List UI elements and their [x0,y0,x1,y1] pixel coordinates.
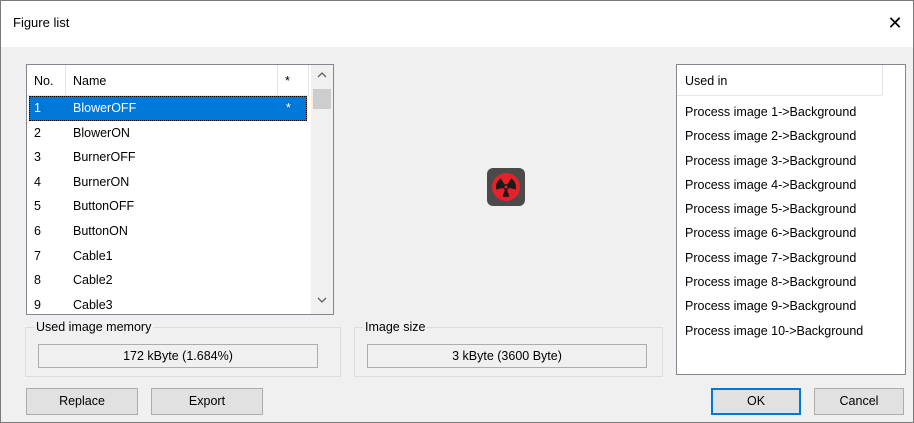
used-memory-value: 172 kByte (1.684%) [38,344,318,368]
image-size-group: Image size 3 kByte (3600 Byte) [354,320,663,377]
list-item[interactable]: 2 BlowerON [27,121,309,146]
close-icon[interactable]: ✕ [881,9,909,37]
row-number: 9 [34,297,41,312]
scroll-up-icon[interactable] [311,67,333,85]
list-item[interactable]: Process image 9->Background [685,294,863,318]
scroll-down-icon[interactable] [311,292,333,310]
row-name: ButtonON [73,223,128,238]
list-item[interactable]: Process image 3->Background [685,149,863,173]
column-divider[interactable] [277,65,278,95]
list-item[interactable]: 7 Cable1 [27,244,309,269]
title-bar: Figure list ✕ [1,1,913,47]
list-item[interactable]: 6 ButtonON [27,219,309,244]
list-item[interactable]: Process image 2->Background [685,124,863,148]
used-in-items: Process image 1->Background Process imag… [685,100,863,343]
column-header-modified[interactable]: * [285,74,290,88]
column-divider[interactable] [65,65,66,95]
figure-list-dialog: Figure list ✕ No. Name * 1 BlowerOFF * 2 Bl… [0,0,914,423]
list-item[interactable]: Process image 4->Background [685,173,863,197]
row-number: 1 [34,101,41,115]
figure-list-header: No. Name * [27,65,309,96]
header-divider [677,95,882,96]
list-item[interactable]: Process image 6->Background [685,221,863,245]
scroll-thumb[interactable] [313,89,331,109]
list-item[interactable]: Process image 10->Background [685,319,863,343]
figure-rows: 1 BlowerOFF * 2 BlowerON 3 BurnerOFF 4 Burner… [27,96,309,314]
image-size-value: 3 kByte (3600 Byte) [367,344,647,368]
replace-button[interactable]: Replace [26,388,138,415]
row-name: BlowerOFF [73,101,137,115]
used-in-header[interactable]: Used in [685,74,727,88]
list-item[interactable]: 1 BlowerOFF * [29,96,307,121]
cancel-button[interactable]: Cancel [814,388,904,415]
row-name: ButtonOFF [73,199,135,214]
row-name: Cable2 [73,273,113,288]
row-modified-flag: * [286,101,291,115]
column-header-name[interactable]: Name [73,74,106,88]
row-number: 5 [34,199,41,214]
row-name: BurnerOFF [73,150,136,165]
list-item[interactable]: Process image 7->Background [685,246,863,270]
row-name: Cable3 [73,297,113,312]
list-item[interactable]: Process image 8->Background [685,270,863,294]
row-number: 7 [34,248,41,263]
column-divider[interactable] [882,65,883,95]
blower-off-icon [486,167,526,207]
row-name: BlowerON [73,125,130,140]
column-divider[interactable] [308,65,309,95]
row-number: 2 [34,125,41,140]
list-item[interactable]: Process image 5->Background [685,197,863,221]
window-title: Figure list [13,15,70,30]
row-number: 3 [34,150,41,165]
row-name: Cable1 [73,248,113,263]
row-number: 8 [34,273,41,288]
list-item[interactable]: 3 BurnerOFF [27,145,309,170]
row-name: BurnerON [73,174,130,189]
row-number: 4 [34,174,41,189]
list-item[interactable]: 5 ButtonOFF [27,194,309,219]
export-button[interactable]: Export [151,388,263,415]
used-in-list[interactable]: Used in Process image 1->Background Proc… [676,64,906,375]
list-item[interactable]: 8 Cable2 [27,268,309,293]
list-item[interactable]: 9 Cable3 [27,293,309,314]
figure-list[interactable]: No. Name * 1 BlowerOFF * 2 BlowerON 3 Burner… [26,64,334,315]
figure-list-scrollbar[interactable] [311,65,333,314]
row-number: 6 [34,223,41,238]
image-size-label: Image size [363,320,428,334]
used-memory-label: Used image memory [34,320,154,334]
column-header-no[interactable]: No. [34,74,53,88]
ok-button[interactable]: OK [711,388,801,415]
list-item[interactable]: Process image 1->Background [685,100,863,124]
used-memory-group: Used image memory 172 kByte (1.684%) [25,320,341,377]
list-item[interactable]: 4 BurnerON [27,170,309,195]
